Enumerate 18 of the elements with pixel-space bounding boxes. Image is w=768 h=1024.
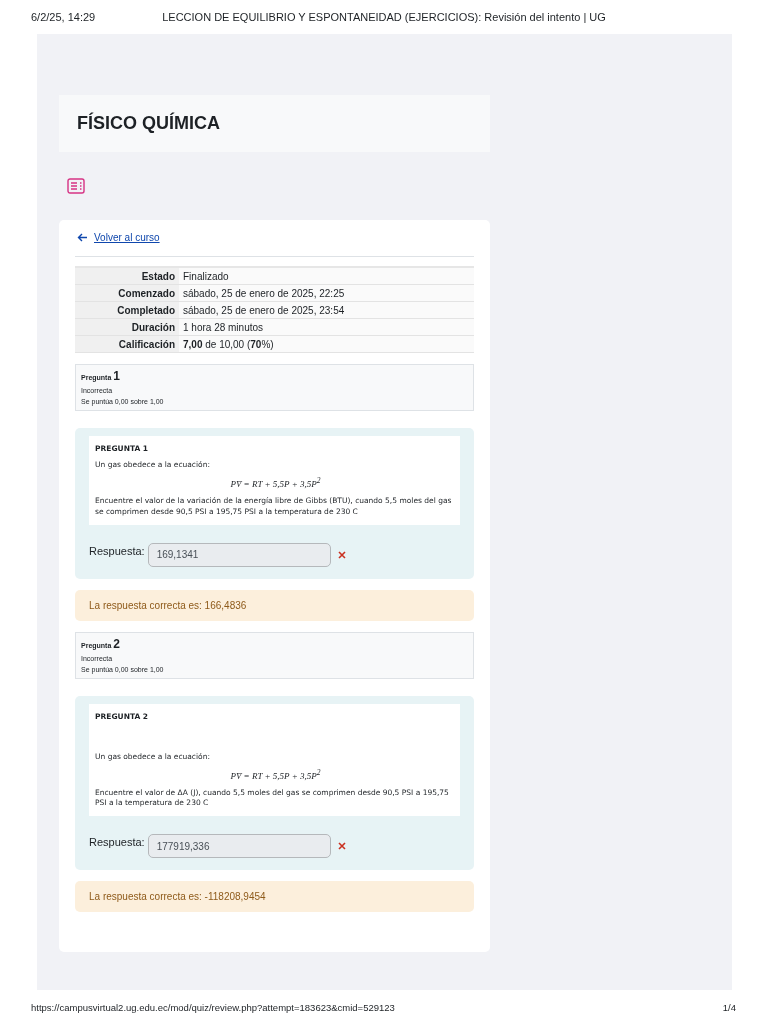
back-link[interactable]: Volver al curso xyxy=(94,231,160,243)
equation: PV̄ = RT + 5,5P + 3,5P$^{2}$ xyxy=(229,476,322,491)
summary-value: Finalizado xyxy=(179,267,474,285)
summary-label: Estado xyxy=(75,267,179,285)
back-arrow-icon[interactable] xyxy=(77,232,88,242)
equation: PV̄ = RT + 5,5P + 3,5P$^{2}$ xyxy=(229,767,322,783)
answer-label: Respuesta: xyxy=(89,836,145,849)
page-url: https://campusvirtual2.ug.edu.ec/mod/quiz/review.php?attempt=183623&cmid=529123 xyxy=(31,1001,395,1013)
course-title: FÍSICO QUÍMICA xyxy=(77,113,220,134)
list-icon[interactable] xyxy=(67,178,85,194)
answer-field[interactable]: 169,1341 xyxy=(147,542,331,567)
page-title: LECCION DE EQUILIBRIO Y ESPONTANEIDAD (EJERCICIOS): Revisión del intento | UG xyxy=(162,11,606,23)
feedback-box: La respuesta correcta es: 166,4836 xyxy=(75,589,474,621)
feedback-box: La respuesta correcta es: -118208,9454 xyxy=(75,881,474,913)
answer-label: Respuesta: xyxy=(89,544,145,557)
page-number: 1/4 xyxy=(722,1001,736,1013)
print-date: 6/2/25, 14:29 xyxy=(31,11,96,23)
answer-field[interactable]: 177919,336 xyxy=(147,834,331,859)
